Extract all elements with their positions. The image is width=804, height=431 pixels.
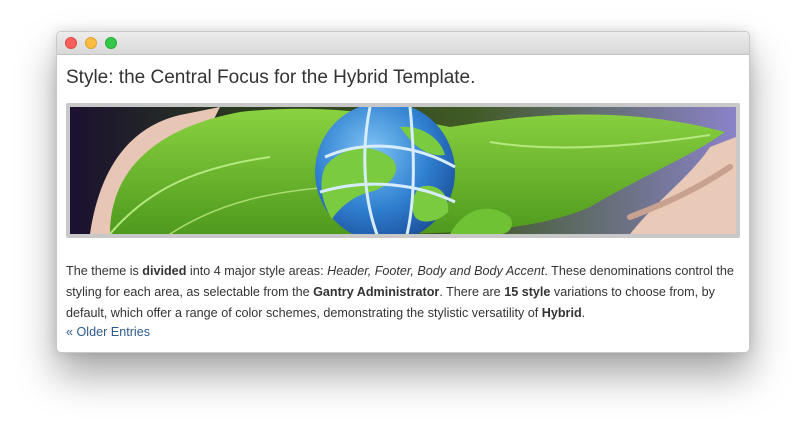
- minimize-window-button[interactable]: [85, 37, 97, 49]
- article-banner-image: [66, 103, 740, 238]
- close-window-button[interactable]: [65, 37, 77, 49]
- article-title: Style: the Central Focus for the Hybrid …: [66, 67, 476, 88]
- body-text: The theme is: [66, 264, 143, 278]
- body-text: . There are: [439, 285, 505, 299]
- window-titlebar: [57, 32, 749, 55]
- browser-window: Style: the Central Focus for the Hybrid …: [56, 31, 750, 353]
- page-content: Style: the Central Focus for the Hybrid …: [57, 65, 749, 340]
- body-bold-hybrid: Hybrid: [541, 306, 582, 320]
- hands-globe-leaf-illustration: [70, 107, 736, 234]
- body-bold-style-count: 15 style: [504, 285, 551, 299]
- zoom-window-button[interactable]: [105, 37, 117, 49]
- body-bold-gantry: Gantry Administrator: [313, 285, 440, 299]
- body-text: .: [581, 306, 586, 320]
- body-bold-divided: divided: [142, 264, 187, 278]
- body-text: into 4 major style areas:: [186, 264, 328, 278]
- older-entries-link[interactable]: « Older Entries: [66, 324, 740, 340]
- article-body: The theme is divided into 4 major style …: [66, 261, 740, 324]
- body-italic-areas: Header, Footer, Body and Body Accent: [327, 264, 545, 278]
